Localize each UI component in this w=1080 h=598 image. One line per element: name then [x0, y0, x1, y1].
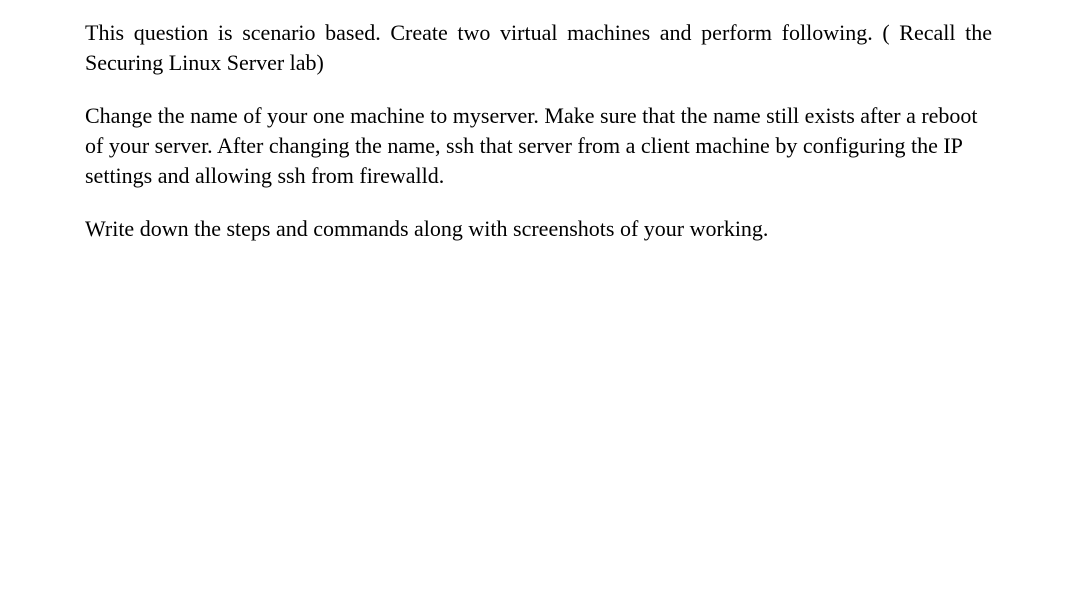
paragraph-intro: This question is scenario based. Create …: [85, 18, 992, 77]
document-page: This question is scenario based. Create …: [0, 0, 1080, 598]
paragraph-instruction: Write down the steps and commands along …: [85, 214, 992, 244]
paragraph-task: Change the name of your one machine to m…: [85, 101, 992, 190]
